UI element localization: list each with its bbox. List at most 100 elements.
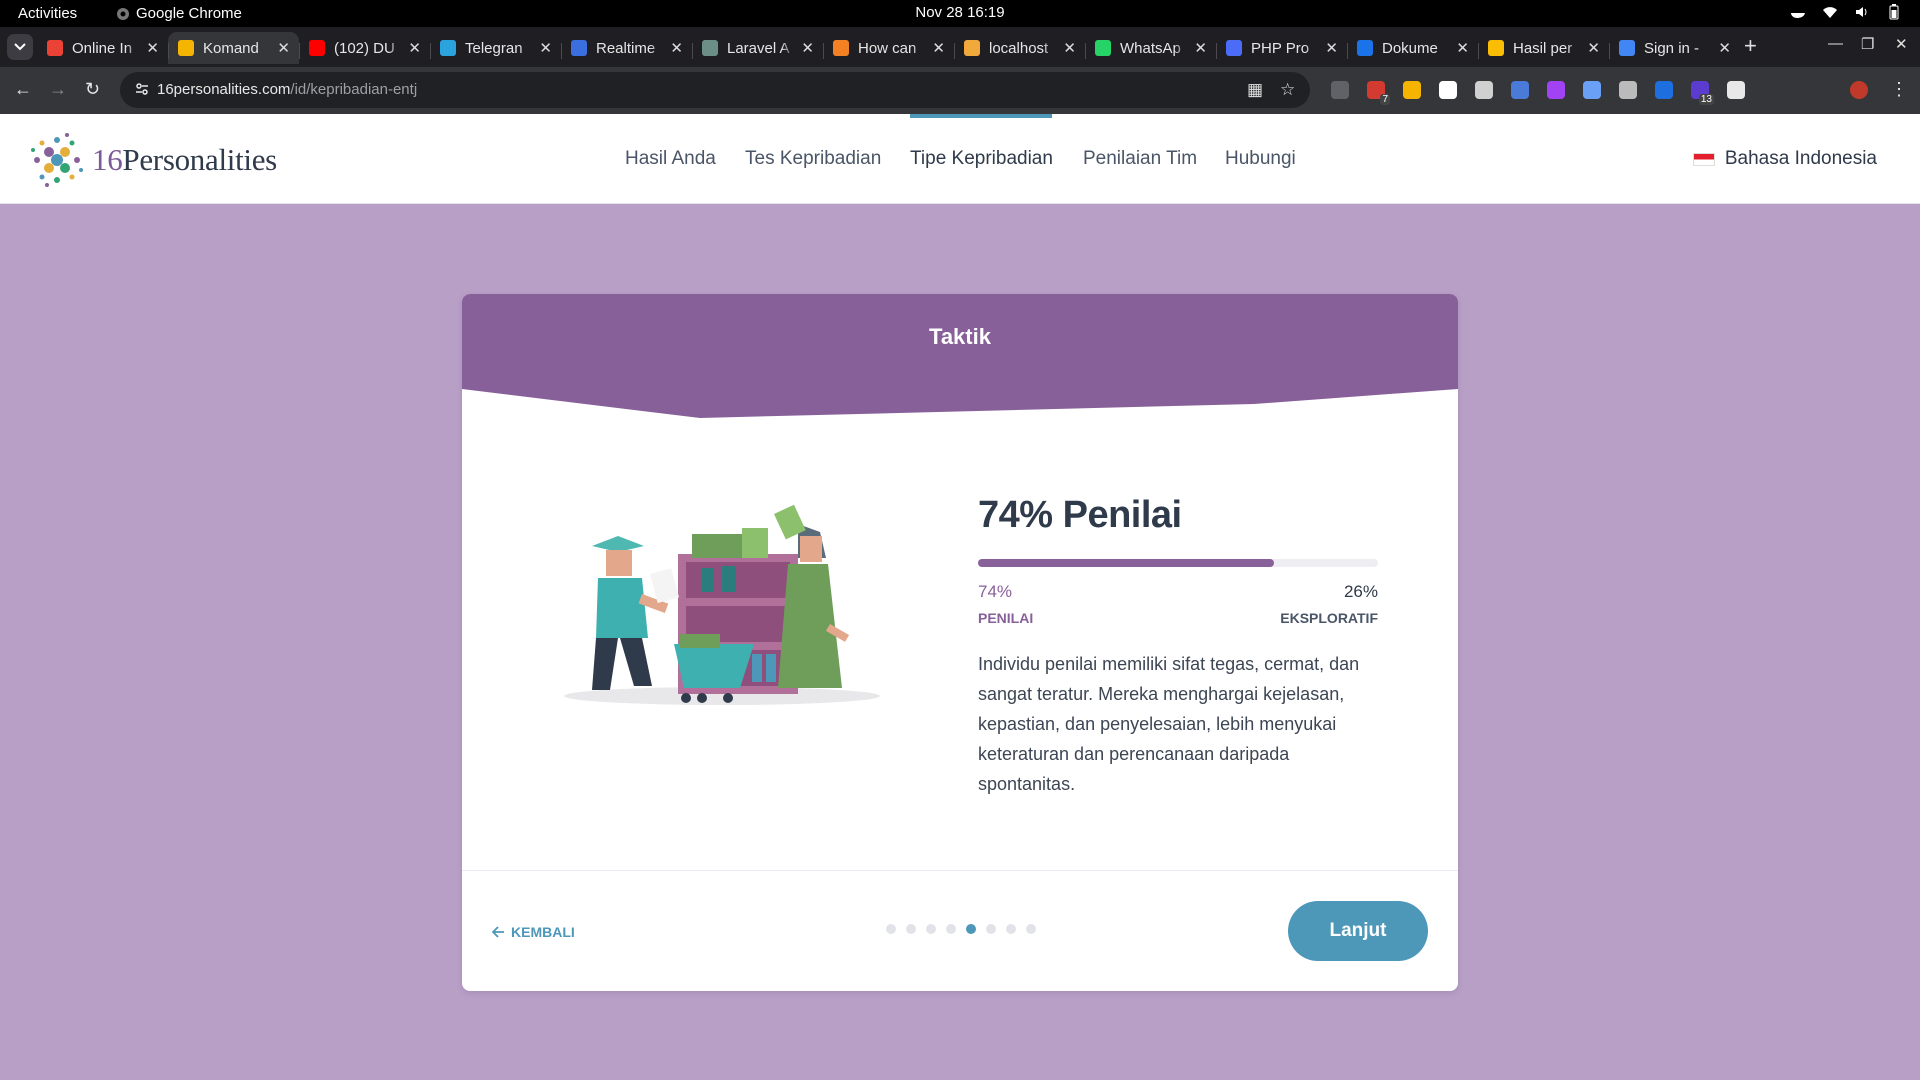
extension-icon[interactable] (1475, 81, 1493, 99)
active-nav-indicator (910, 114, 1052, 118)
extension-icon[interactable] (1331, 81, 1349, 99)
clock[interactable]: Nov 28 16:19 (915, 4, 1004, 21)
tab-favicon-icon (440, 40, 456, 56)
nav-penilaian-tim[interactable]: Penilaian Tim (1083, 148, 1197, 170)
tab-close-icon[interactable]: ✕ (146, 39, 159, 57)
browser-tab[interactable]: (102) DU ✕ (299, 32, 430, 64)
tab-title: How can (858, 39, 917, 57)
app-menu[interactable]: Google Chrome (116, 5, 242, 22)
profile-avatar[interactable] (1850, 81, 1868, 99)
browser-tab[interactable]: localhost ✕ (954, 32, 1085, 64)
reload-button[interactable]: ↻ (85, 79, 100, 100)
tab-close-icon[interactable]: ✕ (539, 39, 552, 57)
browser-tab[interactable]: Sign in - ✕ (1609, 32, 1740, 64)
browser-toolbar: ← → ↻ 16personalities.com/id/kepribadian… (0, 67, 1920, 114)
tab-close-icon[interactable]: ✕ (1718, 39, 1731, 57)
nav-tipe-kepribadian[interactable]: Tipe Kepribadian (910, 148, 1053, 170)
tab-search-button[interactable] (7, 34, 33, 60)
left-percent: 74% (978, 582, 1013, 601)
back-button[interactable]: KEMBALI (492, 924, 575, 940)
tab-title: Dokume (1382, 39, 1438, 57)
tab-title: Realtime (596, 39, 656, 57)
new-tab-button[interactable]: + (1744, 35, 1757, 57)
site-info-icon[interactable] (134, 81, 150, 97)
extension-icon[interactable] (1547, 81, 1565, 99)
tab-strip: Online In ✕ Komand ✕ (102) DU ✕ Telegran ✕ Realt… (0, 27, 1920, 67)
next-button[interactable]: Lanjut (1288, 901, 1428, 961)
extension-icon[interactable] (1727, 81, 1745, 99)
tab-close-icon[interactable]: ✕ (1325, 39, 1338, 57)
tab-close-icon[interactable]: ✕ (801, 39, 814, 57)
browser-tab[interactable]: Online In ✕ (37, 32, 168, 64)
pagination-dot[interactable] (1026, 924, 1036, 934)
browser-tab[interactable]: How can ✕ (823, 32, 954, 64)
extension-icon[interactable]: 13 (1691, 81, 1714, 105)
pagination-dot[interactable] (966, 924, 976, 934)
chrome-icon (117, 7, 129, 20)
nav-hasil-anda[interactable]: Hasil Anda (625, 148, 716, 170)
url-domain: 16personalities.com (157, 81, 291, 98)
language-selector[interactable]: Bahasa Indonesia (1692, 148, 1877, 170)
trait-progress-bar (978, 559, 1378, 567)
back-button[interactable]: ← (14, 79, 32, 100)
chrome-menu-button[interactable]: ⋮ (1890, 79, 1908, 100)
card-header-wave (462, 294, 1458, 418)
tab-close-icon[interactable]: ✕ (932, 39, 945, 57)
maximize-button[interactable]: ❐ (1861, 35, 1874, 53)
pagination-dot[interactable] (926, 924, 936, 934)
tab-separator (168, 43, 169, 59)
pagination-dot[interactable] (986, 924, 996, 934)
tab-favicon-icon (178, 40, 194, 56)
tab-title: Telegran (465, 39, 523, 57)
tab-favicon-icon (309, 40, 325, 56)
site-header: 16Personalities Hasil Anda Tes Kepribadi… (0, 114, 1920, 204)
tab-close-icon[interactable]: ✕ (1194, 39, 1207, 57)
address-bar[interactable]: 16personalities.com/id/kepribadian-entj … (120, 72, 1310, 108)
close-window-button[interactable]: ✕ (1895, 35, 1908, 53)
tab-close-icon[interactable]: ✕ (1456, 39, 1469, 57)
browser-tab[interactable]: WhatsAp ✕ (1085, 32, 1216, 64)
left-trait-label: PENILAI (978, 610, 1034, 626)
tab-title: PHP Pro (1251, 39, 1310, 57)
right-trait-label: EKSPLORATIF (1280, 610, 1378, 626)
tab-close-icon[interactable]: ✕ (277, 39, 290, 57)
pagination-dots (886, 924, 1036, 934)
pagination-dot[interactable] (906, 924, 916, 934)
extension-icon[interactable] (1403, 81, 1421, 99)
trait-description: Individu penilai memiliki sifat tegas, c… (978, 654, 1360, 794)
site-logo[interactable]: 16Personalities (28, 131, 277, 189)
tab-favicon-icon (833, 40, 849, 56)
tab-close-icon[interactable]: ✕ (670, 39, 683, 57)
pagination-dot[interactable] (1006, 924, 1016, 934)
extension-icon[interactable]: 7 (1367, 81, 1390, 105)
bookmark-star-icon[interactable]: ☆ (1280, 80, 1295, 100)
browser-tab[interactable]: PHP Pro ✕ (1216, 32, 1347, 64)
pagination-dot[interactable] (886, 924, 896, 934)
browser-tab[interactable]: Dokume ✕ (1347, 32, 1478, 64)
translate-icon[interactable]: ▦ (1247, 80, 1263, 100)
tab-close-icon[interactable]: ✕ (408, 39, 421, 57)
extension-icon[interactable] (1583, 81, 1601, 99)
tab-close-icon[interactable]: ✕ (1587, 39, 1600, 57)
browser-tab[interactable]: Telegran ✕ (430, 32, 561, 64)
arrow-left-icon (492, 926, 504, 938)
system-tray[interactable] (1790, 4, 1902, 20)
forward-button[interactable]: → (49, 79, 67, 100)
nav-tes-kepribadian[interactable]: Tes Kepribadian (745, 148, 881, 170)
browser-tab[interactable]: Komand ✕ (168, 32, 299, 64)
back-label: KEMBALI (511, 924, 575, 940)
browser-tab[interactable]: Hasil per ✕ (1478, 32, 1609, 64)
tab-separator (1085, 43, 1086, 59)
tab-close-icon[interactable]: ✕ (1063, 39, 1076, 57)
browser-tab[interactable]: Laravel A ✕ (692, 32, 823, 64)
extension-icon[interactable] (1655, 81, 1673, 99)
minimize-button[interactable]: — (1828, 35, 1843, 52)
pagination-dot[interactable] (946, 924, 956, 934)
extension-icon[interactable] (1511, 81, 1529, 99)
extension-icon[interactable] (1439, 81, 1457, 99)
activities-button[interactable]: Activities (18, 5, 77, 22)
browser-tab[interactable]: Realtime ✕ (561, 32, 692, 64)
nav-hubungi[interactable]: Hubungi (1225, 148, 1296, 170)
volume-icon (1856, 7, 1867, 17)
extension-icon[interactable] (1619, 81, 1637, 99)
